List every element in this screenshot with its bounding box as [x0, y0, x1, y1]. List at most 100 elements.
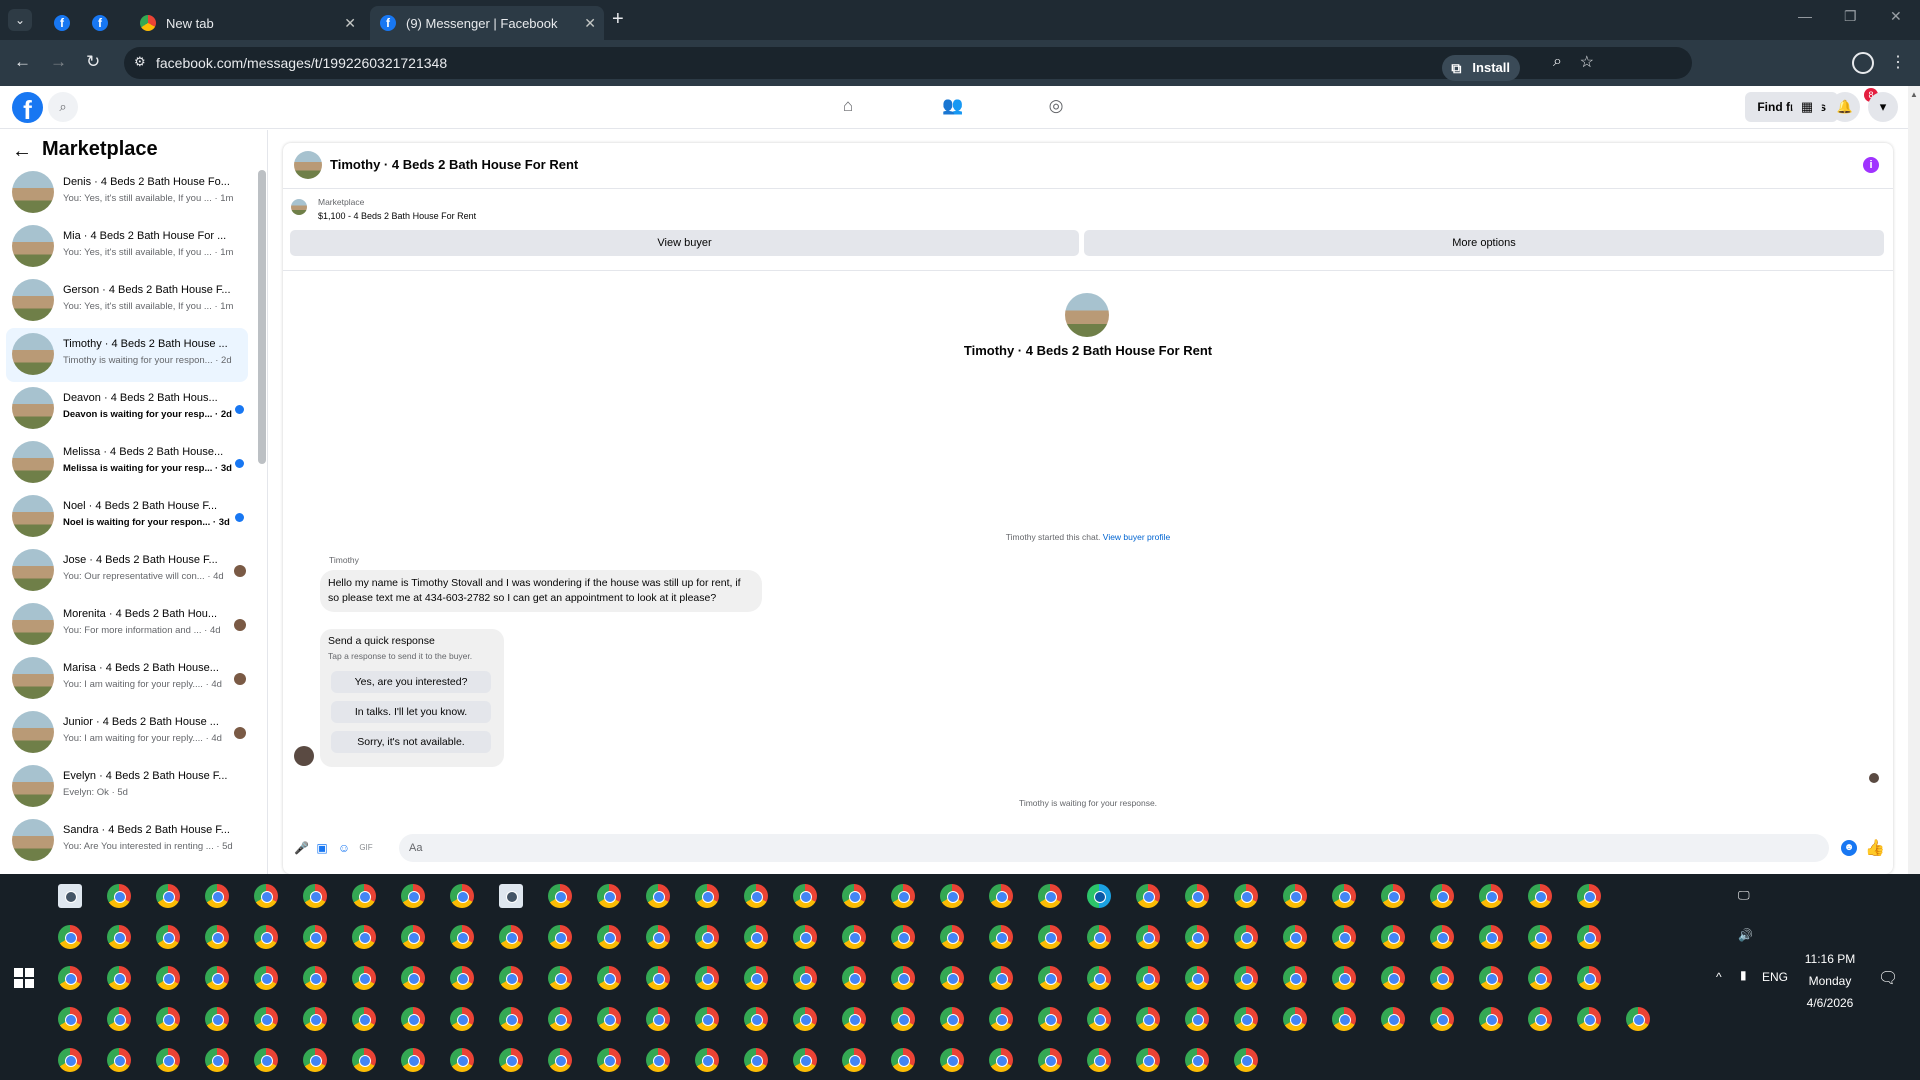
conversation-info-icon[interactable]: i — [1863, 157, 1879, 173]
reload-icon[interactable]: ↻ — [86, 52, 100, 72]
chrome-browser-icon[interactable] — [1185, 1007, 1209, 1031]
chrome-browser-icon[interactable] — [1430, 925, 1454, 949]
site-info-icon[interactable]: ⚙ — [134, 54, 150, 70]
chrome-browser-icon[interactable] — [1332, 966, 1356, 990]
chrome-browser-icon[interactable] — [989, 1048, 1013, 1072]
tab-messenger[interactable]: f (9) Messenger | Facebook ✕ — [370, 6, 604, 40]
chrome-browser-icon[interactable] — [205, 884, 229, 908]
chrome-browser-icon[interactable] — [205, 1048, 229, 1072]
chrome-browser-icon[interactable] — [1626, 1007, 1650, 1031]
chrome-browser-icon[interactable] — [597, 925, 621, 949]
chrome-browser-icon[interactable] — [1430, 884, 1454, 908]
chrome-browser-icon[interactable] — [1038, 966, 1062, 990]
chrome-browser-icon[interactable] — [156, 966, 180, 990]
chrome-browser-icon[interactable] — [107, 1048, 131, 1072]
chrome-browser-icon[interactable] — [58, 1007, 82, 1031]
chrome-browser-icon[interactable] — [1430, 966, 1454, 990]
chrome-browser-icon[interactable] — [1381, 884, 1405, 908]
chrome-browser-icon[interactable] — [744, 925, 768, 949]
chrome-browser-icon[interactable] — [1528, 1007, 1552, 1031]
notification-center-icon[interactable]: 🗨 — [1878, 968, 1898, 988]
profile-avatar-icon[interactable] — [1852, 52, 1874, 74]
quick-response-in-talks-button[interactable]: In talks. I'll let you know. — [331, 701, 491, 723]
chrome-browser-icon[interactable] — [303, 884, 327, 908]
chrome-browser-icon[interactable] — [1185, 925, 1209, 949]
chrome-browser-icon[interactable] — [1479, 925, 1503, 949]
chrome-browser-icon[interactable] — [597, 1048, 621, 1072]
scroll-up-arrow-icon[interactable]: ▲ — [1910, 90, 1918, 99]
sidebar-scrollbar[interactable] — [258, 170, 266, 464]
minimize-icon[interactable]: — — [1798, 8, 1812, 24]
chrome-browser-icon[interactable] — [1087, 925, 1111, 949]
conversation-item[interactable]: Morenita · 4 Beds 2 Bath Hou... You: For … — [6, 598, 248, 652]
chrome-browser-icon[interactable] — [1381, 1007, 1405, 1031]
chrome-browser-icon[interactable] — [695, 1048, 719, 1072]
conversation-item[interactable]: Sandra · 4 Beds 2 Bath House F... You: Ar… — [6, 814, 248, 868]
chrome-browser-icon[interactable] — [1136, 925, 1160, 949]
chrome-browser-icon[interactable] — [1577, 925, 1601, 949]
chrome-browser-icon[interactable] — [303, 1007, 327, 1031]
chrome-browser-icon[interactable] — [842, 966, 866, 990]
chrome-browser-icon[interactable] — [401, 966, 425, 990]
chrome-browser-icon[interactable] — [499, 925, 523, 949]
chrome-browser-icon[interactable] — [1577, 884, 1601, 908]
listing-thumbnail[interactable] — [291, 199, 307, 215]
chrome-browser-icon[interactable] — [205, 925, 229, 949]
tab-search-button[interactable]: ⌄ — [8, 9, 32, 31]
zoom-icon[interactable]: ⌕ — [1553, 53, 1562, 71]
chrome-browser-icon[interactable] — [1185, 1048, 1209, 1072]
chrome-browser-icon[interactable] — [1479, 966, 1503, 990]
chrome-browser-icon[interactable] — [1283, 966, 1307, 990]
search-icon[interactable]: ⌕ — [48, 92, 78, 122]
chrome-browser-icon[interactable] — [450, 925, 474, 949]
emoji-icon[interactable]: ☻ — [1841, 840, 1857, 856]
chat-title[interactable]: Timothy · 4 Beds 2 Bath House For Rent — [330, 157, 578, 172]
conversation-item[interactable]: Mia · 4 Beds 2 Bath House For ... You: Ye… — [6, 220, 248, 274]
chrome-browser-icon[interactable] — [793, 1048, 817, 1072]
chrome-browser-icon[interactable] — [1283, 925, 1307, 949]
facebook-logo-icon[interactable]: f — [12, 92, 43, 125]
chrome-browser-icon[interactable] — [1185, 884, 1209, 908]
chrome-browser-icon[interactable] — [989, 884, 1013, 908]
close-tab-icon[interactable]: ✕ — [584, 15, 596, 32]
system-clock[interactable]: 11:16 PM Monday 4/6/2026 — [1790, 948, 1870, 1014]
chrome-browser-icon[interactable] — [548, 966, 572, 990]
chrome-browser-icon[interactable] — [156, 884, 180, 908]
back-arrow-icon[interactable]: ← — [14, 52, 31, 72]
chrome-browser-icon[interactable] — [744, 884, 768, 908]
chrome-browser-icon[interactable] — [548, 1048, 572, 1072]
chrome-browser-icon[interactable] — [891, 884, 915, 908]
conversation-item[interactable]: Marisa · 4 Beds 2 Bath House... You: I am… — [6, 652, 248, 706]
chrome-browser-icon[interactable] — [646, 1048, 670, 1072]
chrome-browser-icon[interactable] — [1038, 925, 1062, 949]
sticker-icon[interactable]: ☺ — [337, 841, 351, 855]
chrome-browser-icon[interactable] — [1430, 1007, 1454, 1031]
network-display-icon[interactable]: 🖵 — [1738, 888, 1750, 903]
chrome-browser-icon[interactable] — [1136, 1007, 1160, 1031]
chrome-browser-icon[interactable] — [744, 1007, 768, 1031]
buyer-avatar[interactable] — [1065, 293, 1109, 337]
chrome-browser-icon[interactable] — [548, 884, 572, 908]
chrome-browser-icon[interactable] — [940, 1048, 964, 1072]
chrome-browser-icon[interactable] — [401, 884, 425, 908]
chrome-browser-icon[interactable] — [58, 1048, 82, 1072]
conversation-item[interactable]: Melissa · 4 Beds 2 Bath House... Melissa … — [6, 436, 248, 490]
address-bar[interactable]: ⚙ facebook.com/messages/t/19922603217213… — [124, 47, 1692, 81]
restore-icon[interactable]: ❐ — [1844, 8, 1857, 25]
chrome-browser-icon[interactable] — [156, 925, 180, 949]
tab-facebook-2[interactable]: f — [82, 6, 116, 40]
chrome-browser-icon[interactable] — [695, 966, 719, 990]
chrome-browser-icon[interactable] — [1038, 1007, 1062, 1031]
chrome-browser-icon[interactable] — [254, 1048, 278, 1072]
tab-facebook-1[interactable]: f — [44, 6, 78, 40]
chrome-browser-icon[interactable] — [450, 966, 474, 990]
quick-response-not-available-button[interactable]: Sorry, it's not available. — [331, 731, 491, 753]
chrome-browser-icon[interactable] — [352, 884, 376, 908]
app-icon[interactable] — [58, 884, 82, 908]
chrome-browser-icon[interactable] — [303, 1048, 327, 1072]
chrome-browser-icon[interactable] — [597, 884, 621, 908]
chrome-browser-icon[interactable] — [1087, 1007, 1111, 1031]
chrome-browser-icon[interactable] — [401, 1007, 425, 1031]
chrome-browser-icon[interactable] — [1332, 1007, 1356, 1031]
edge-browser-icon[interactable] — [1087, 884, 1111, 908]
